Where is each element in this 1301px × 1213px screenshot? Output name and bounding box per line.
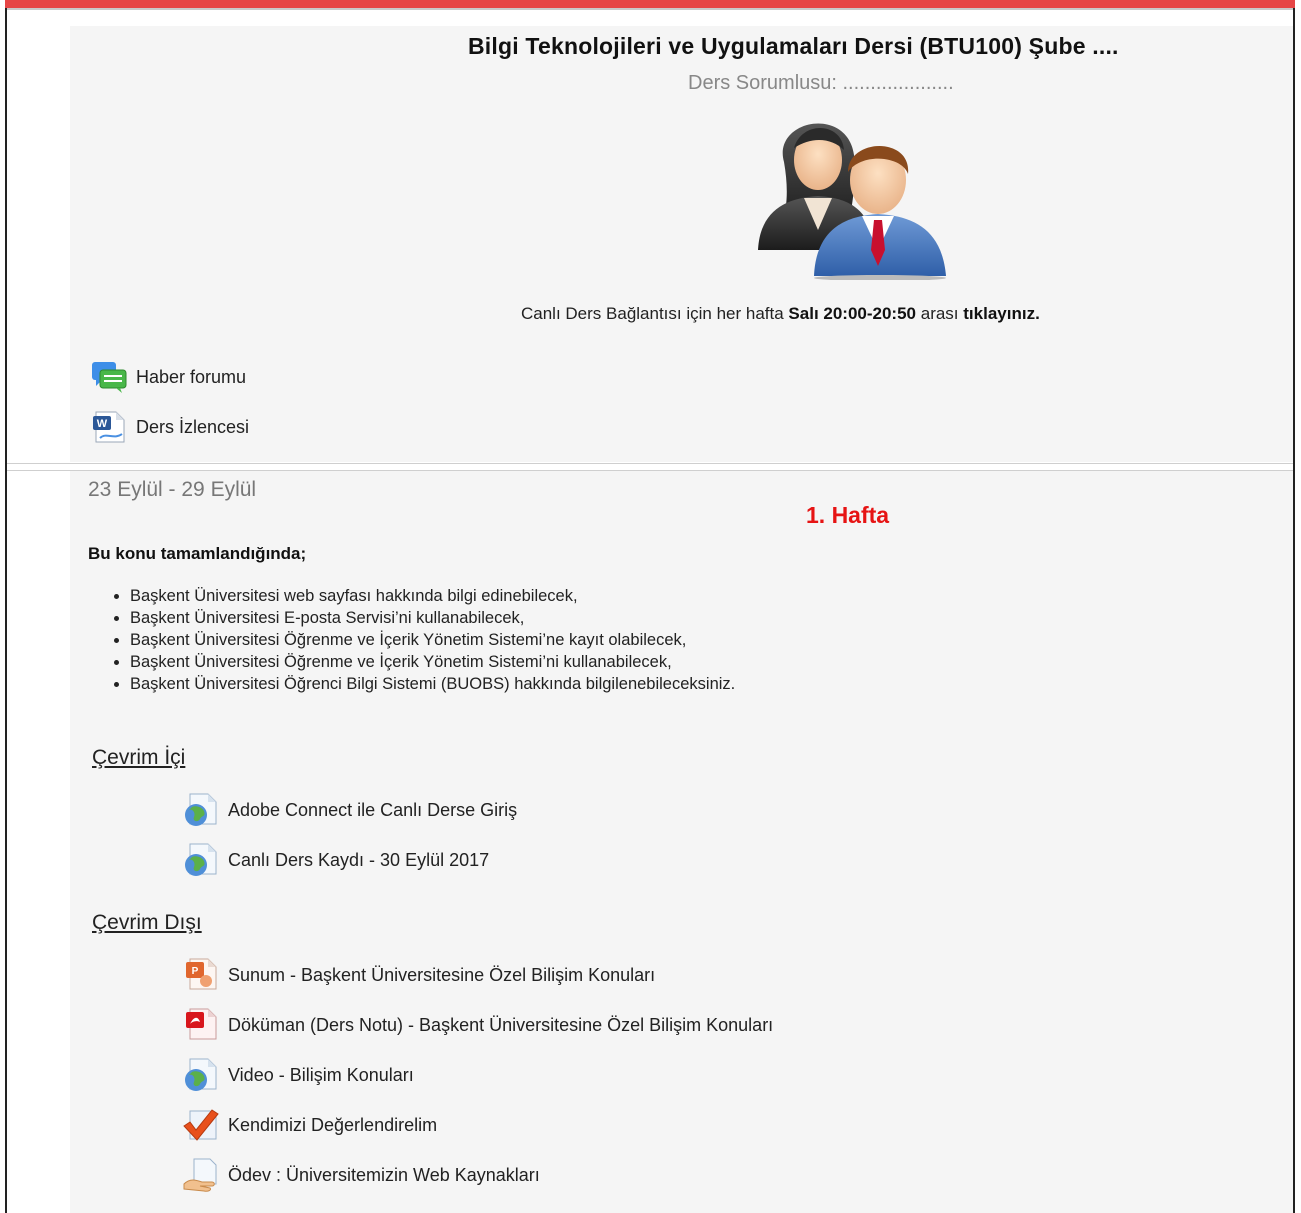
word-document-icon: W [93, 411, 125, 443]
activity-sunum[interactable]: P Sunum - Başkent Üniversitesine Özel Bi… [182, 958, 655, 992]
live-class-notice: Canlı Ders Bağlantısı için her hafta Sal… [521, 304, 1040, 324]
activity-label: Haber forumu [136, 366, 247, 387]
activity-dokuman[interactable]: Döküman (Ders Notu) - Başkent Üniversite… [182, 1008, 773, 1042]
week-title: 1. Hafta [806, 502, 890, 528]
svg-text:P: P [192, 966, 199, 977]
activity-label: Döküman (Ders Notu) - Başkent Üniversite… [228, 1014, 774, 1035]
top-accent-bar [5, 0, 1295, 8]
week-dates: 23 Eylül - 29 Eylül [88, 478, 257, 501]
pdf-icon [186, 1008, 217, 1040]
activity-odev[interactable]: Ödev : Üniversitemizin Web Kaynakları [182, 1158, 540, 1192]
quiz-checkmark-icon [183, 1109, 219, 1141]
activity-label: Canlı Ders Kaydı - 30 Eylül 2017 [228, 849, 490, 870]
activity-video[interactable]: Video - Bilişim Konuları [182, 1058, 414, 1092]
activity-label: Adobe Connect ile Canlı Derse Giriş [228, 799, 518, 820]
learning-outcomes-list: Başkent Üniversitesi web sayfası hakkınd… [108, 585, 735, 695]
instructor-line: Ders Sorumlusu: .................... [688, 72, 954, 94]
svg-text:W: W [97, 418, 108, 430]
list-item: Başkent Üniversitesi Öğrenci Bilgi Siste… [130, 673, 735, 695]
activity-canli-ders-kaydi[interactable]: Canlı Ders Kaydı - 30 Eylül 2017 [182, 843, 489, 877]
top-divider [7, 8, 1293, 10]
summary-heading: Bu konu tamamlandığında; [88, 544, 307, 563]
section-divider [7, 463, 1293, 464]
offline-heading: Çevrim Dışı [92, 911, 202, 934]
powerpoint-icon: P [186, 958, 217, 990]
list-item: Başkent Üniversitesi Öğrenme ve İçerik Y… [130, 629, 735, 651]
live-class-link[interactable]: tıklayınız. [963, 304, 1040, 323]
assignment-icon [183, 1158, 217, 1192]
activity-label: Ders İzlencesi [136, 416, 250, 437]
url-globe-icon [185, 843, 217, 876]
week-1-section [70, 471, 1293, 1213]
online-heading: Çevrim İçi [92, 746, 186, 769]
url-globe-icon [185, 793, 217, 826]
list-item: Başkent Üniversitesi Öğrenme ve İçerik Y… [130, 651, 735, 673]
live-time: Salı 20:00-20:50 [788, 304, 917, 323]
forum-icon [92, 362, 127, 393]
list-item: Başkent Üniversitesi web sayfası hakkınd… [130, 585, 735, 607]
activity-label: Ödev : Üniversitemizin Web Kaynakları [228, 1164, 540, 1185]
activity-ders-izlencesi[interactable]: W Ders İzlencesi [90, 410, 249, 444]
activity-adobe-connect[interactable]: Adobe Connect ile Canlı Derse Giriş [182, 793, 517, 827]
list-item: Başkent Üniversitesi E-posta Servisi’ni … [130, 607, 735, 629]
live-mid: arası [916, 304, 964, 323]
activity-label: Kendimizi Değerlendirelim [228, 1114, 438, 1135]
instructors-illustration-icon [758, 123, 946, 280]
course-title: Bilgi Teknolojileri ve Uygulamaları Ders… [468, 33, 1119, 59]
url-globe-icon [185, 1058, 217, 1091]
activity-haber-forumu[interactable]: Haber forumu [90, 360, 246, 394]
general-section [70, 26, 1293, 462]
activity-label: Sunum - Başkent Üniversitesine Özel Bili… [228, 964, 656, 985]
activity-label: Video - Bilişim Konuları [228, 1064, 414, 1085]
activity-quiz[interactable]: Kendimizi Değerlendirelim [182, 1108, 437, 1142]
live-prefix: Canlı Ders Bağlantısı için her hafta [521, 304, 789, 323]
